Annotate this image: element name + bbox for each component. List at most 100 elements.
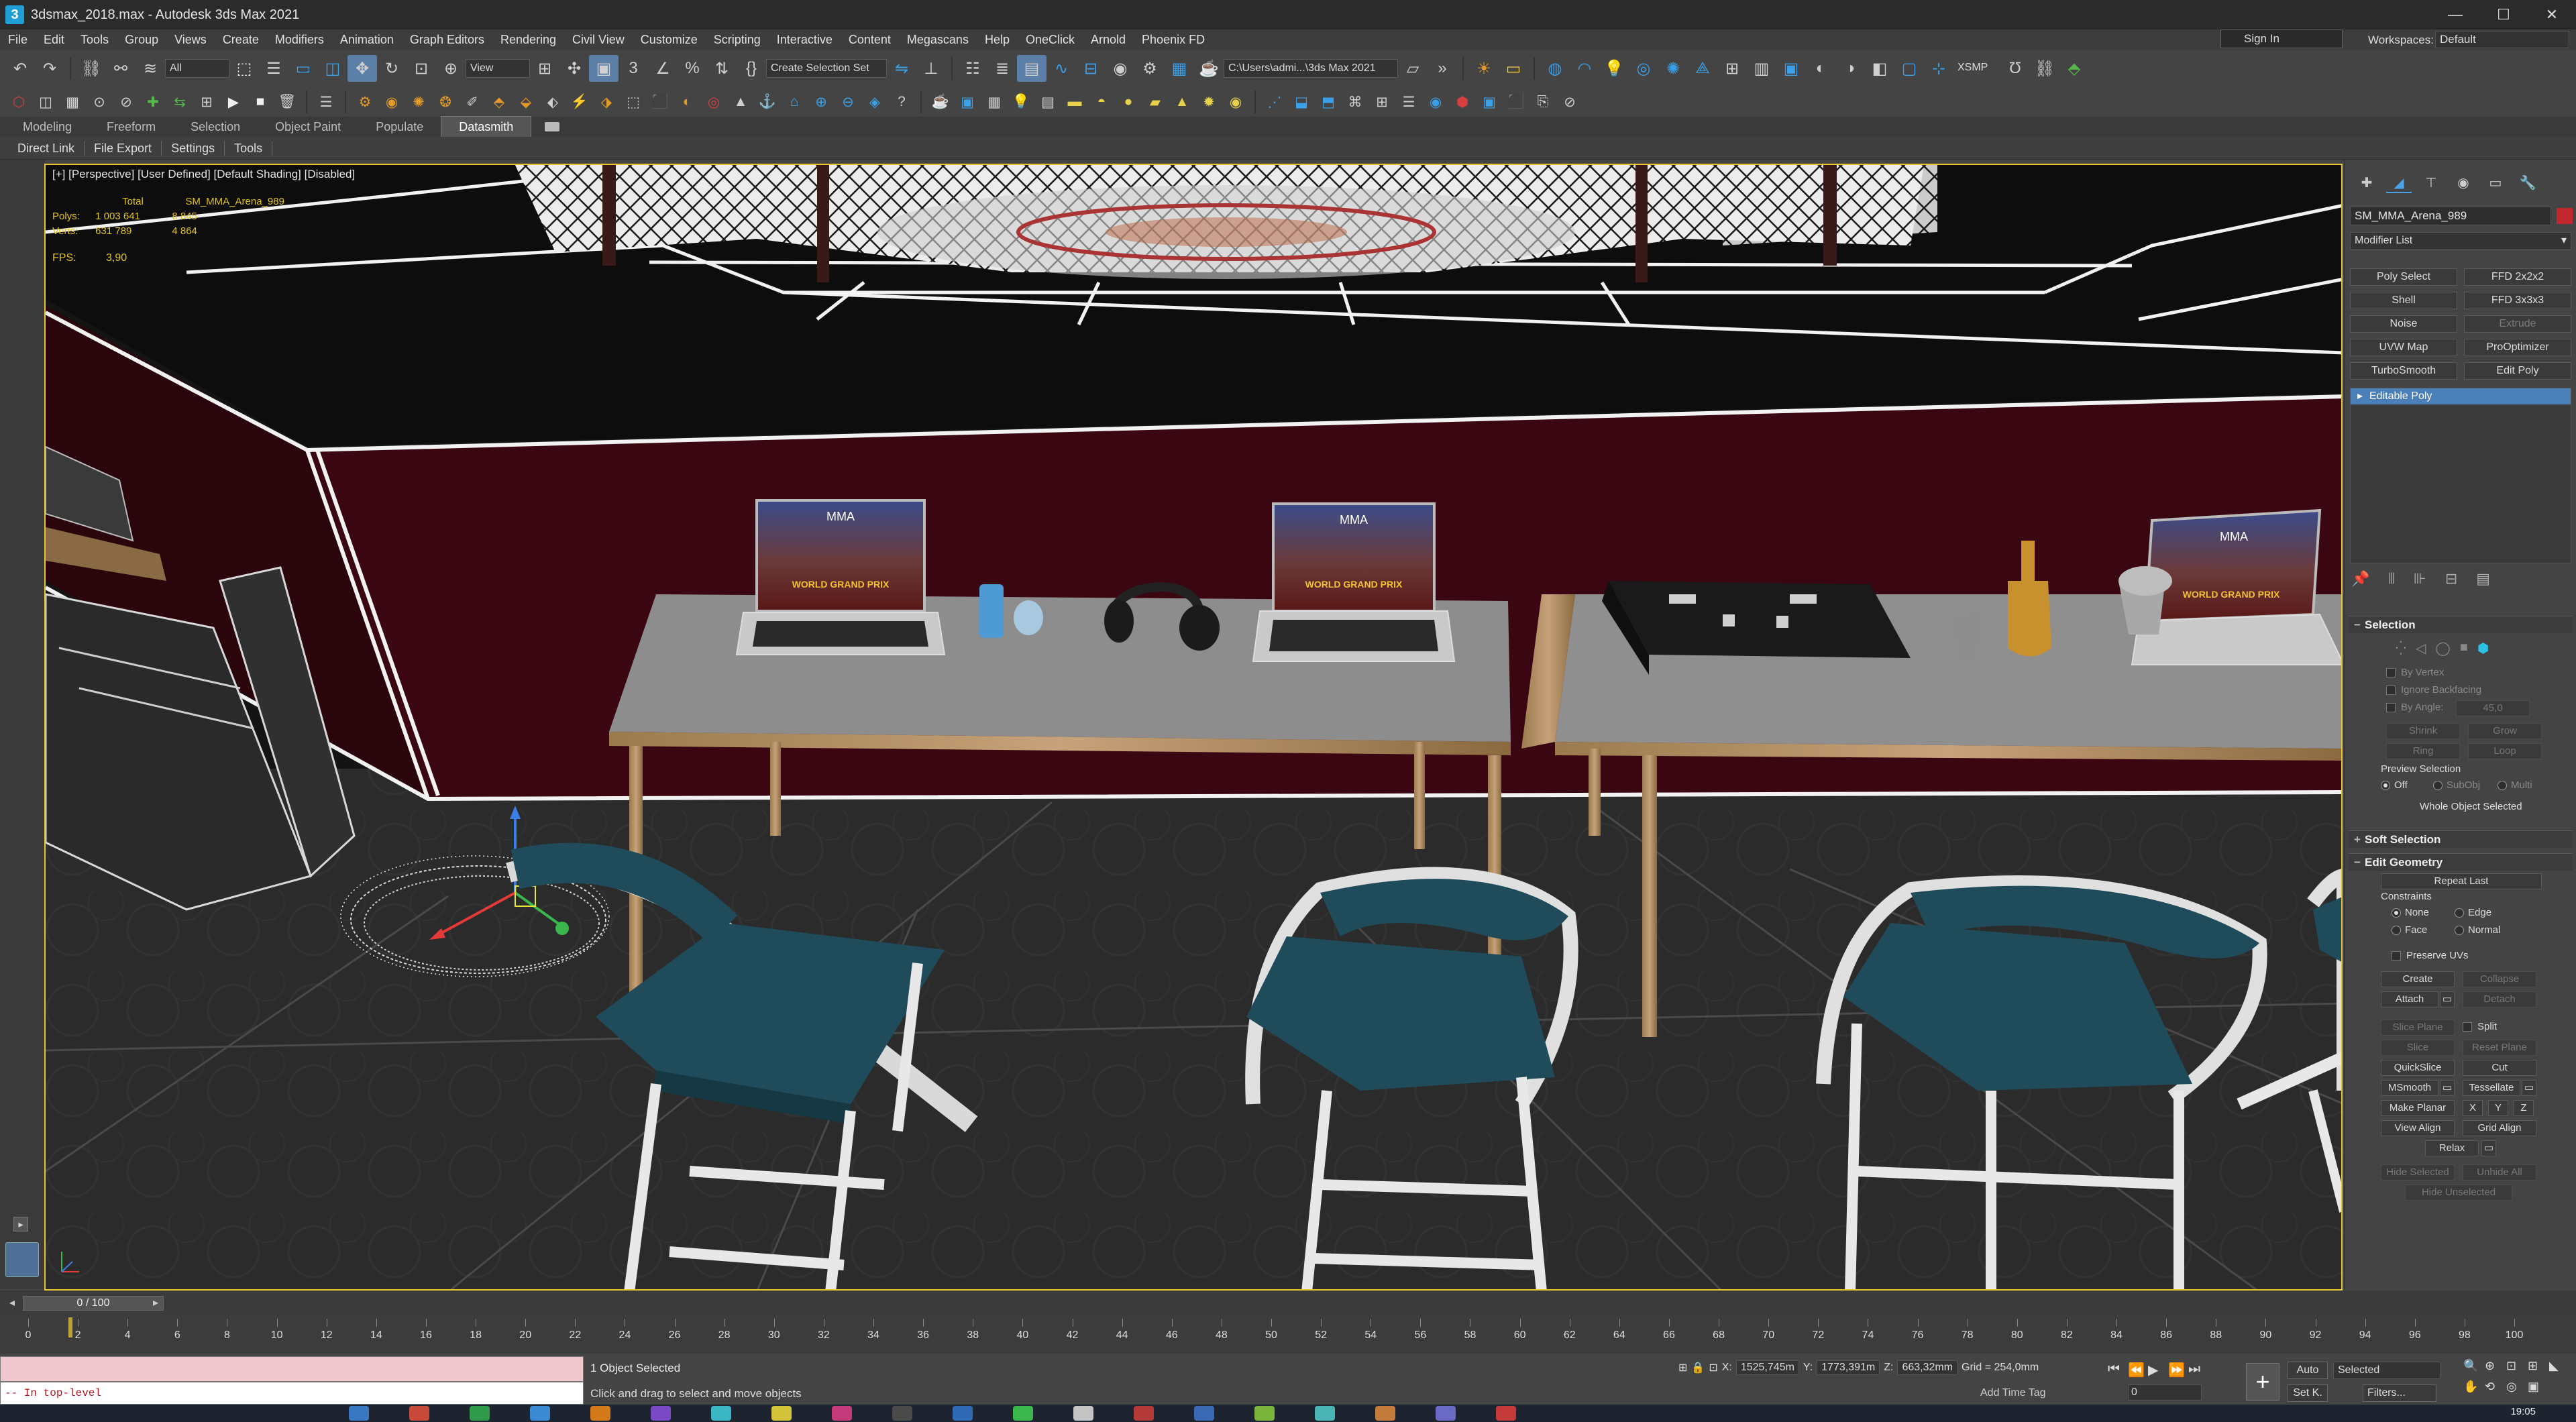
tool-icon[interactable]: ◉ [378, 90, 405, 114]
dome-icon[interactable]: ◓ [1088, 90, 1115, 114]
preview-multi-radio[interactable] [2498, 781, 2507, 790]
modifier-turbosmooth-button[interactable]: TurboSmooth [2350, 362, 2457, 380]
create-light-icon[interactable]: 💡 [1599, 55, 1629, 82]
polygon-level-icon[interactable]: ■ [2460, 640, 2468, 657]
tessellate-button[interactable]: Tessellate [2463, 1080, 2520, 1096]
msmooth-button[interactable]: MSmooth [2381, 1080, 2438, 1096]
attach-settings-icon[interactable]: ▭ [2440, 991, 2455, 1007]
cut-button[interactable]: Cut [2463, 1060, 2536, 1076]
scene-converter-icon[interactable]: ☀ [1469, 55, 1499, 82]
menu-customize[interactable]: Customize [633, 30, 706, 50]
zoom-all-icon[interactable]: ⊕ [2485, 1359, 2504, 1373]
maxscript-listener-output[interactable]: -- In top-level [0, 1382, 584, 1405]
constraint-none-radio[interactable] [2392, 908, 2401, 918]
relax-settings-icon[interactable]: ▭ [2481, 1140, 2496, 1156]
current-frame-marker[interactable] [68, 1317, 72, 1337]
tool-icon[interactable]: ◫ [32, 90, 59, 114]
teapot-icon[interactable]: ☕ [927, 90, 954, 114]
tool-icon[interactable]: ▲ [727, 90, 754, 114]
tool-icon[interactable]: ◉ [1422, 90, 1449, 114]
create-shape-icon[interactable]: ◠ [1570, 55, 1599, 82]
y-coordinate[interactable]: 1773,391m [1817, 1360, 1880, 1375]
reference-coordinate-dropdown[interactable]: View [466, 59, 530, 78]
ies-icon[interactable]: ◉ [1222, 90, 1249, 114]
zoom-extents-icon[interactable]: ⊡ [2506, 1359, 2525, 1373]
tool-icon[interactable]: ☰ [1395, 90, 1422, 114]
detach-button[interactable]: Detach [2463, 991, 2536, 1007]
plane-icon[interactable]: ▰ [1142, 90, 1169, 114]
selection-filter-dropdown[interactable]: All [165, 59, 229, 78]
delete-icon[interactable]: 🗑 [274, 90, 301, 114]
percent-snap-icon[interactable]: % [678, 55, 707, 82]
play-icon[interactable]: ▶ [220, 90, 247, 114]
select-and-move-icon[interactable]: ✥ [347, 55, 377, 82]
relax-button[interactable]: Relax [2425, 1140, 2479, 1156]
walk-through-icon[interactable]: ⟲ [2485, 1380, 2504, 1394]
play-animation-icon[interactable]: ▶ [2148, 1362, 2158, 1378]
light-icon[interactable]: 💡 [1008, 90, 1034, 114]
workspace-dropdown[interactable]: Default [2435, 31, 2569, 48]
rendering-preset-icon[interactable]: ◐ [1806, 55, 1835, 82]
minimize-button[interactable]: — [2431, 0, 2479, 30]
taskbar-app-icon[interactable] [953, 1406, 973, 1421]
taskbar-app-icon[interactable] [1073, 1406, 1093, 1421]
hierarchy-icon[interactable]: ⊤ [2418, 173, 2444, 193]
auto-key-button[interactable]: Auto [2288, 1362, 2328, 1379]
maximize-button[interactable]: ☐ [2479, 0, 2528, 30]
modifier-extrude-button[interactable]: Extrude [2464, 315, 2571, 333]
orbit-icon[interactable]: ◎ [2506, 1380, 2525, 1394]
menu-interactive[interactable]: Interactive [769, 30, 841, 50]
taskbar-app-icon[interactable] [530, 1406, 550, 1421]
tool-icon[interactable]: ❂ [432, 90, 459, 114]
create-geometry-icon[interactable]: ◍ [1540, 55, 1570, 82]
toggle-ribbon-icon[interactable]: ▤ [1017, 55, 1046, 82]
menu-content[interactable]: Content [841, 30, 899, 50]
display-icon[interactable]: ▭ [2483, 173, 2508, 193]
taskbar-app-icon[interactable] [1496, 1406, 1516, 1421]
ribbon-tab-freeform[interactable]: Freeform [89, 117, 173, 137]
modifier-poly-select-button[interactable]: Poly Select [2350, 268, 2457, 286]
constraint-face-radio[interactable] [2392, 926, 2401, 935]
ribbon-tab-modeling[interactable]: Modeling [5, 117, 89, 137]
material-editor-icon[interactable]: ◉ [1106, 55, 1135, 82]
go-to-start-icon[interactable]: ⏮ [2108, 1362, 2120, 1377]
tool-icon[interactable]: ⊖ [835, 90, 861, 114]
current-frame-field[interactable]: 0 [2128, 1384, 2202, 1401]
repeat-last-button[interactable]: Repeat Last [2381, 873, 2542, 889]
next-frame-arrow-icon[interactable]: ▸ [153, 1296, 158, 1309]
subtab-direct-link[interactable]: Direct Link [8, 140, 85, 156]
vray-tool-icon[interactable]: ⬡ [5, 90, 32, 114]
taskbar-app-icon[interactable] [349, 1406, 369, 1421]
undo-icon[interactable]: ↶ [5, 55, 35, 82]
vertex-level-icon[interactable]: ⁛ [2396, 640, 2406, 657]
menu-civil-view[interactable]: Civil View [564, 30, 633, 50]
previous-key-icon[interactable]: ⏪ [2128, 1362, 2145, 1378]
by-angle-checkbox[interactable] [2386, 703, 2396, 712]
go-to-end-icon[interactable]: ⏭ [2188, 1362, 2200, 1377]
modifier-shell-button[interactable]: Shell [2350, 292, 2457, 309]
tool-icon[interactable]: ⬘ [486, 90, 513, 114]
slice-plane-button[interactable]: Slice Plane [2381, 1020, 2455, 1036]
close-button[interactable]: ✕ [2528, 0, 2576, 30]
menu-scripting[interactable]: Scripting [706, 30, 769, 50]
edge-level-icon[interactable]: ◁ [2416, 640, 2426, 657]
3dsmax-app-icon[interactable]: 3 [5, 5, 24, 24]
modifier-ffd-2x2x2-button[interactable]: FFD 2x2x2 [2464, 268, 2571, 286]
mirror-icon[interactable]: ⇋ [887, 55, 916, 82]
unlink-icon[interactable]: ⚯ [106, 55, 136, 82]
modify-icon[interactable]: ◢ [2386, 173, 2412, 193]
time-slider-frame-counter[interactable]: 0 / 100 [23, 1296, 164, 1311]
z-coordinate[interactable]: 663,32mm [1897, 1360, 1958, 1375]
tool-icon[interactable]: ⊕ [808, 90, 835, 114]
ribbon-tab-selection[interactable]: Selection [173, 117, 258, 137]
xsmp-tool-a-icon[interactable]: Ʊ [2000, 55, 2030, 82]
add-time-tag[interactable]: Add Time Tag [1980, 1387, 2046, 1399]
active-shade-icon[interactable]: ◑ [1835, 55, 1865, 82]
tool-icon[interactable]: ⚙ [352, 90, 378, 114]
viewport-label-menu[interactable]: [+] [Perspective] [User Defined] [Defaul… [52, 168, 355, 181]
tool-icon[interactable]: ⬚ [620, 90, 647, 114]
sun-icon[interactable]: ✹ [1195, 90, 1222, 114]
create-system-icon[interactable]: ⊞ [1717, 55, 1747, 82]
perspective-viewport[interactable]: MMA WORLD GRAND PRIX MMA WORLD GRAND PRI… [44, 164, 2343, 1291]
taskbar-app-icon[interactable] [1254, 1406, 1275, 1421]
